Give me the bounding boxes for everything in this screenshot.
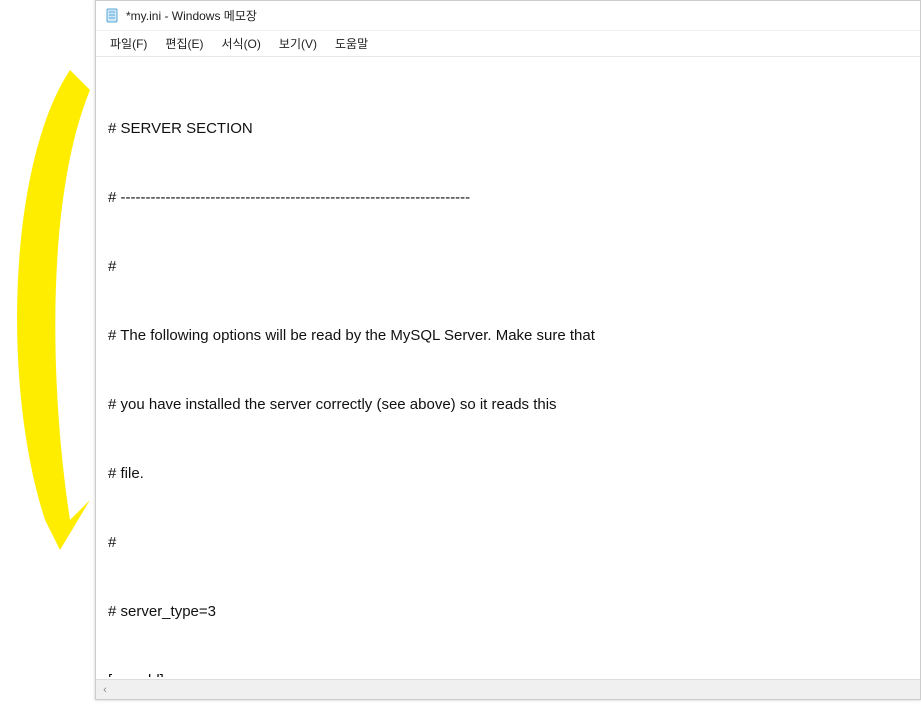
text-line: [mysqld] [108,669,906,677]
menu-format[interactable]: 서식(O) [213,32,268,55]
text-line: # server_type=3 [108,600,906,623]
text-line: # [108,255,906,278]
text-line: # --------------------------------------… [108,186,906,209]
text-line: # you have installed the server correctl… [108,393,906,416]
text-line: # file. [108,462,906,485]
text-line: # SERVER SECTION [108,117,906,140]
menu-view[interactable]: 보기(V) [271,32,325,55]
titlebar[interactable]: *my.ini - Windows 메모장 [96,1,920,31]
menu-edit[interactable]: 편집(E) [157,32,211,55]
text-line: # The following options will be read by … [108,324,906,347]
text-editor[interactable]: # SERVER SECTION # ---------------------… [96,57,920,677]
notepad-window: *my.ini - Windows 메모장 파일(F) 편집(E) 서식(O) … [95,0,921,700]
horizontal-scrollbar[interactable]: ‹ [96,679,920,699]
notepad-icon [104,8,120,24]
window-title: *my.ini - Windows 메모장 [126,7,257,24]
text-line: # [108,531,906,554]
menu-file[interactable]: 파일(F) [102,32,155,55]
menu-help[interactable]: 도움말 [327,32,376,55]
scroll-left-icon[interactable]: ‹ [96,681,114,699]
menubar: 파일(F) 편집(E) 서식(O) 보기(V) 도움말 [96,31,920,57]
